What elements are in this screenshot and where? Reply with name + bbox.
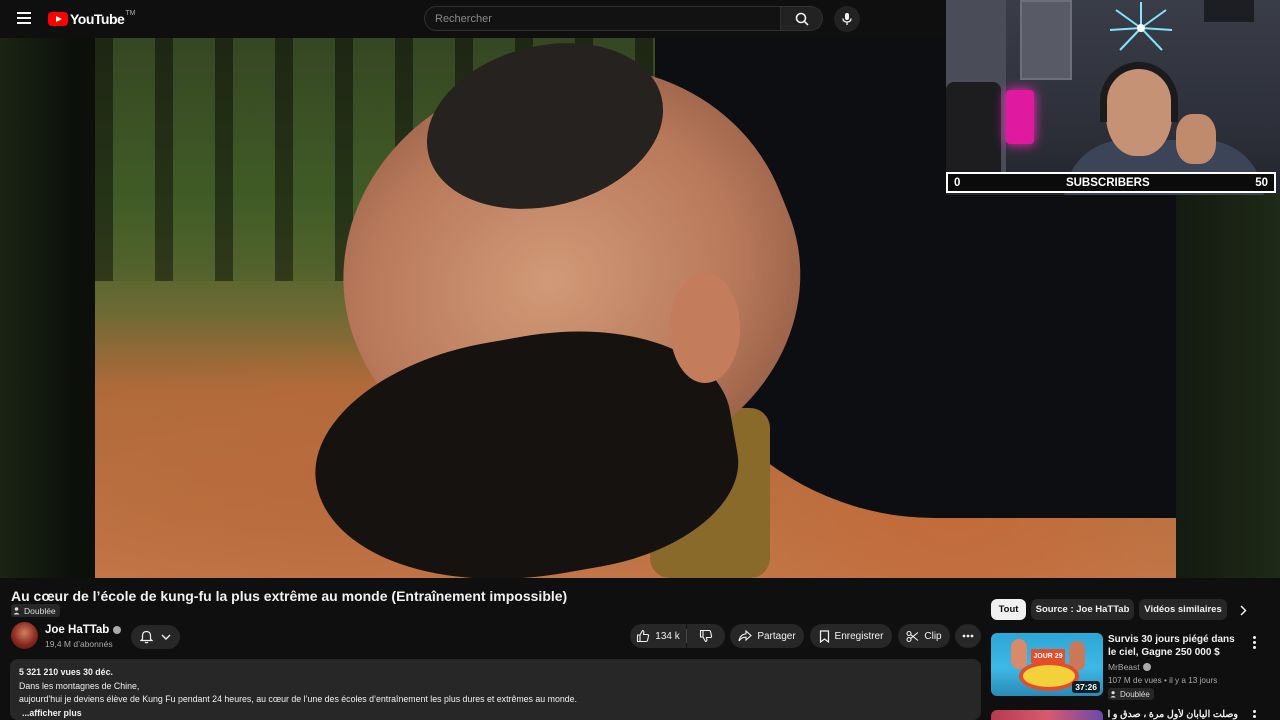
menu-icon-line <box>17 17 31 19</box>
recommendation-thumbnail[interactable] <box>991 710 1103 720</box>
share-button[interactable]: Partager <box>730 624 804 648</box>
masthead: YouTube TM <box>0 0 946 38</box>
recommendation-title[interactable]: وصلت اليابان لأول مرة ، صدق و اكل <box>1108 709 1238 720</box>
thumbs-up-icon <box>637 629 650 643</box>
notifications-button[interactable] <box>131 625 180 649</box>
goal-label: SUBSCRIBERS <box>1065 176 1150 189</box>
menu-icon-line <box>17 22 31 24</box>
youtube-logo[interactable]: YouTube TM <box>48 10 135 28</box>
menu-icon <box>17 12 31 14</box>
dubbed-label: Doublée <box>24 605 56 616</box>
menu-button[interactable] <box>14 9 34 29</box>
person-voice-icon <box>1110 691 1116 698</box>
search-button[interactable] <box>781 6 823 31</box>
microphone-icon <box>842 13 852 25</box>
recommendation-meta: 107 M de vues • il y a 13 jours <box>1108 676 1218 685</box>
chevron-down-icon <box>161 634 171 640</box>
video-title: Au cœur de l’école de kung-fu la plus ex… <box>11 588 568 604</box>
description-line-1: Dans les montagnes de Chine, <box>19 680 140 691</box>
save-label: Enregistrer <box>834 630 884 642</box>
cam-poster <box>1204 0 1254 22</box>
youtube-watch-page: YouTube TM Rechercher 0 SUBSCRIBERS 50 A… <box>0 0 1280 720</box>
chip-all[interactable]: Tout <box>991 599 1026 620</box>
scissors-icon <box>906 630 919 642</box>
thumb-float <box>1019 661 1079 691</box>
chip-related-videos[interactable]: Vidéos similaires <box>1139 599 1227 620</box>
recommendation-title[interactable]: Survis 30 jours piégé dans le ciel, Gagn… <box>1108 633 1236 659</box>
thumb-person <box>1011 639 1027 669</box>
streamer <box>1064 62 1264 195</box>
channel-avatar[interactable] <box>11 622 38 649</box>
channel-name-text: Joe HaTTab <box>45 624 110 636</box>
goal-start: 0 <box>954 176 961 189</box>
logo-text: YouTube <box>70 11 125 27</box>
recommendation-channel-name: MrBeast <box>1108 662 1140 672</box>
headset-icon <box>1100 62 1178 122</box>
subscriber-goal-bar: 0 SUBSCRIBERS 50 <box>946 172 1276 193</box>
recommendation-thumbnail[interactable]: JOUR 29 37:26 <box>991 633 1103 696</box>
streamer-webcam <box>946 0 1280 195</box>
search-input[interactable] <box>425 7 780 30</box>
bookmark-icon <box>819 629 829 643</box>
clip-button[interactable]: Clip <box>898 624 950 648</box>
dubbed-badge: Doublée <box>11 604 60 617</box>
recommendation-dubbed-label: Doublée <box>1120 689 1150 699</box>
like-count: 134 k <box>655 630 680 642</box>
recommendation-channel[interactable]: MrBeast <box>1108 662 1151 672</box>
dislike-button[interactable] <box>687 624 725 648</box>
recommendation-menu-button[interactable] <box>1248 710 1260 720</box>
save-button[interactable]: Enregistrer <box>810 624 892 648</box>
search-box <box>424 6 781 31</box>
chip-source-channel[interactable]: Source : Joe HaTTab <box>1031 599 1134 620</box>
recommendation-dubbed-badge: Doublée <box>1108 688 1154 700</box>
person-voice-icon <box>13 607 20 615</box>
more-actions-button[interactable] <box>955 624 981 648</box>
more-vertical-icon <box>1252 710 1256 713</box>
description-line-2: aujourd’hui je deviens élève de Kung Fu … <box>19 694 577 704</box>
channel-name[interactable]: Joe HaTTab <box>45 624 122 636</box>
verified-icon <box>1142 663 1151 671</box>
cam-pink-lamp <box>1006 90 1034 144</box>
subscriber-count: 19,4 M d’abonnés <box>45 639 113 649</box>
show-more-link[interactable]: ...afficher plus <box>19 707 972 720</box>
youtube-play-icon <box>48 12 68 26</box>
description-box[interactable]: 5 321 210 vues 30 déc. Dans les montagne… <box>10 659 981 720</box>
share-icon <box>738 630 753 642</box>
bell-icon <box>140 630 153 644</box>
goal-target: 50 <box>1255 176 1268 189</box>
streamer-hand <box>1176 114 1216 164</box>
neon-light-icon <box>1109 2 1173 51</box>
chips-next-button[interactable] <box>1234 601 1252 619</box>
more-vertical-icon <box>1252 635 1256 639</box>
voice-search-button[interactable] <box>834 6 860 32</box>
right-video-edge <box>1176 195 1280 578</box>
like-button[interactable]: 134 k <box>630 624 686 648</box>
thumbs-down-icon <box>699 629 713 643</box>
video-ear <box>670 273 740 383</box>
share-label: Partager <box>757 630 796 642</box>
clip-label: Clip <box>924 630 942 642</box>
recommendation-menu-button[interactable] <box>1248 634 1260 650</box>
search-icon <box>795 12 809 26</box>
more-vertical-dot <box>1252 715 1256 718</box>
logo-trademark: TM <box>125 10 136 17</box>
chevron-right-icon <box>1240 604 1247 616</box>
verified-icon <box>113 626 122 634</box>
thumb-sign: JOUR 29 <box>1031 649 1065 663</box>
more-vertical-dot <box>1252 640 1256 644</box>
video-duration: 37:26 <box>1072 681 1100 693</box>
more-horizontal-icon <box>962 634 974 638</box>
view-count-date: 5 321 210 vues 30 déc. <box>19 667 113 677</box>
more-vertical-dot <box>1252 645 1256 649</box>
cam-chair <box>946 82 1001 172</box>
